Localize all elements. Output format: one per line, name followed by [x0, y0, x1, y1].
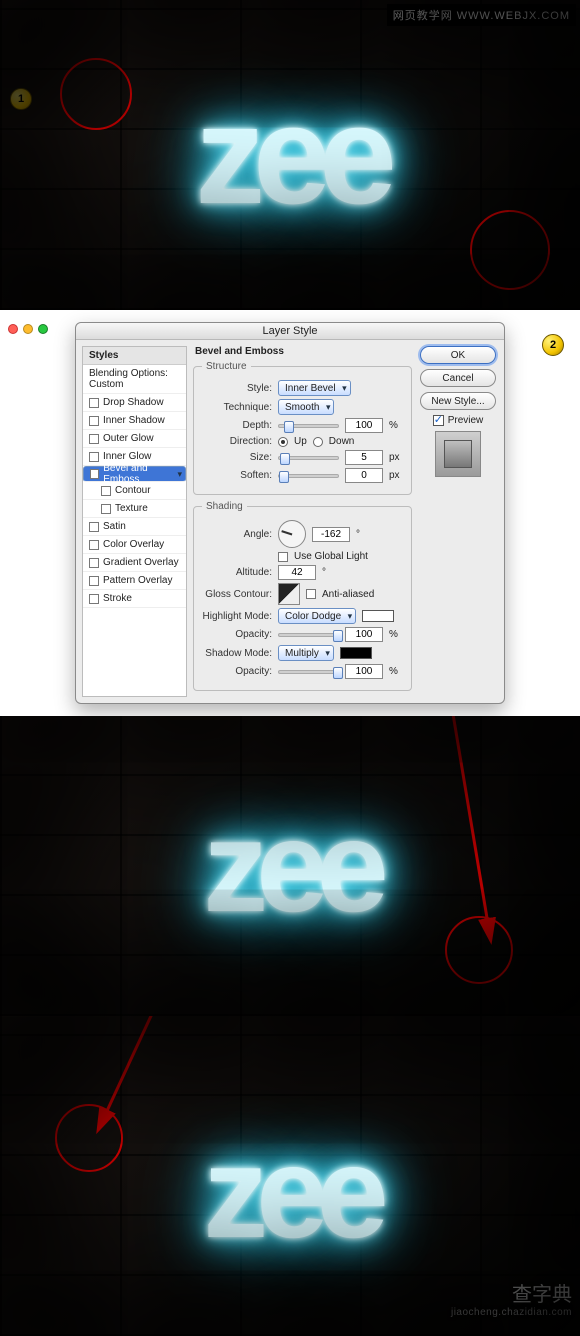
- effect-drop-shadow[interactable]: Drop Shadow: [83, 394, 186, 412]
- shadow-mode-select[interactable]: Multiply: [278, 645, 334, 661]
- dialog-area: 2 Layer Style Styles Blending Options: C…: [0, 320, 580, 706]
- callout-circle-bot: [55, 1104, 123, 1172]
- direction-down-radio[interactable]: [313, 437, 323, 447]
- styles-header[interactable]: Styles: [83, 347, 186, 365]
- size-input[interactable]: [345, 450, 383, 465]
- global-light-checkbox[interactable]: [278, 552, 288, 562]
- spacer: [0, 310, 580, 320]
- shadow-color-swatch[interactable]: [340, 647, 372, 659]
- highlight-opacity-input[interactable]: [345, 627, 383, 642]
- effect-texture[interactable]: Texture: [83, 500, 186, 518]
- source-watermark: 网页教学网 WWW.WEBJX.COM: [387, 4, 576, 26]
- close-icon[interactable]: [8, 324, 18, 334]
- spacer: [0, 706, 580, 716]
- arrow-right: [350, 716, 570, 976]
- altitude-input[interactable]: [278, 565, 316, 580]
- shadow-opacity-input[interactable]: [345, 664, 383, 679]
- callout-circle-2: [470, 210, 550, 290]
- ok-button[interactable]: OK: [420, 346, 496, 364]
- layer-style-dialog: Layer Style Styles Blending Options: Cus…: [75, 322, 505, 704]
- highlight-mode-select[interactable]: Color Dodge: [278, 608, 356, 624]
- neon-text-bot: zee: [203, 1117, 377, 1267]
- effect-satin[interactable]: Satin: [83, 518, 186, 536]
- effect-outer-glow[interactable]: Outer Glow: [83, 430, 186, 448]
- minimize-icon[interactable]: [23, 324, 33, 334]
- soften-slider[interactable]: [278, 474, 339, 478]
- blending-options-row[interactable]: Blending Options: Custom: [83, 365, 186, 394]
- depth-slider[interactable]: [278, 424, 339, 428]
- highlight-color-swatch[interactable]: [362, 610, 394, 622]
- cancel-button[interactable]: Cancel: [420, 369, 496, 387]
- depth-input[interactable]: [345, 418, 383, 433]
- antialias-checkbox[interactable]: [306, 589, 316, 599]
- technique-select[interactable]: Smooth: [278, 399, 334, 415]
- shadow-opacity-slider[interactable]: [278, 670, 339, 674]
- preview-checkbox[interactable]: [433, 415, 444, 426]
- dialog-buttons: OK Cancel New Style... Preview: [418, 346, 498, 697]
- effect-gradient-overlay[interactable]: Gradient Overlay: [83, 554, 186, 572]
- gloss-contour-picker[interactable]: [278, 583, 300, 605]
- middle-neon-scene: zee: [0, 716, 580, 1016]
- effect-bevel-emboss[interactable]: Bevel and Emboss: [83, 466, 186, 482]
- callout-badge-1: 1: [10, 88, 32, 110]
- style-select[interactable]: Inner Bevel: [278, 380, 351, 396]
- angle-input[interactable]: [312, 527, 350, 542]
- preview-label: Preview: [448, 415, 484, 426]
- neon-text-mid: zee: [203, 791, 377, 941]
- shading-group: Shading Angle: ° Use Global Light Altitu…: [193, 501, 412, 691]
- angle-dial[interactable]: [278, 520, 306, 548]
- effect-inner-shadow[interactable]: Inner Shadow: [83, 412, 186, 430]
- preview-thumbnail: [435, 431, 481, 477]
- callout-circle-1: [60, 58, 132, 130]
- zoom-icon[interactable]: [38, 324, 48, 334]
- soften-input[interactable]: [345, 468, 383, 483]
- bottom-neon-scene: Change the Angle to 0 zee 查字典 jiaocheng.…: [0, 1016, 580, 1336]
- structure-group: Structure Style: Inner Bevel Technique: …: [193, 361, 412, 495]
- callout-badge-2: 2: [542, 334, 564, 356]
- highlight-opacity-slider[interactable]: [278, 633, 339, 637]
- new-style-button[interactable]: New Style...: [420, 392, 496, 410]
- effect-pattern-overlay[interactable]: Pattern Overlay: [83, 572, 186, 590]
- site-watermark: 查字典 jiaocheng.chazidian.com: [451, 1278, 572, 1318]
- window-traffic-lights: [8, 324, 48, 334]
- callout-circle-mid: [445, 916, 513, 984]
- effect-color-overlay[interactable]: Color Overlay: [83, 536, 186, 554]
- bevel-emboss-panel: Bevel and Emboss Structure Style: Inner …: [193, 346, 412, 697]
- styles-list: Styles Blending Options: Custom Drop Sha…: [82, 346, 187, 697]
- top-neon-scene: 网页教学网 WWW.WEBJX.COM zee 1: [0, 0, 580, 310]
- direction-up-radio[interactable]: [278, 437, 288, 447]
- size-slider[interactable]: [278, 456, 339, 460]
- dialog-title: Layer Style: [76, 323, 504, 340]
- neon-text-top: zee: [195, 74, 385, 236]
- effect-stroke[interactable]: Stroke: [83, 590, 186, 608]
- panel-title: Bevel and Emboss: [195, 346, 412, 357]
